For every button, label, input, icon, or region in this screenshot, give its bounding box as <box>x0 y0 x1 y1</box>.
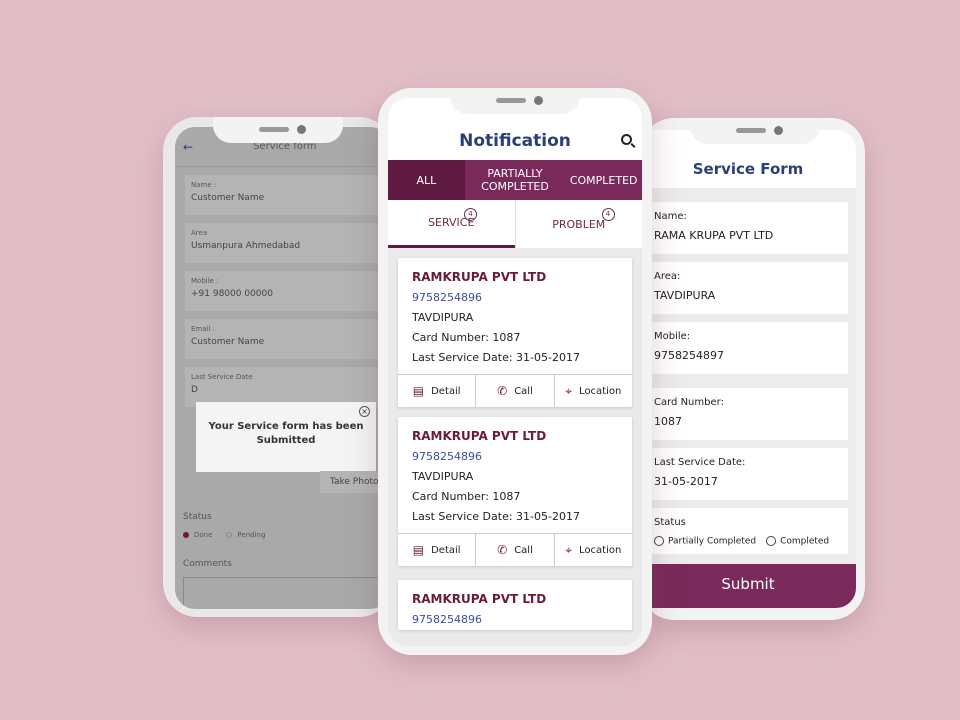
middle-phone: Notification ALL PARTIALLY COMPLETED COM… <box>378 88 652 655</box>
form-field[interactable]: Mobile : +91 98000 00000 <box>185 271 390 311</box>
phone-number[interactable]: 9758254896 <box>412 450 618 463</box>
comments-label: Comments <box>183 559 232 569</box>
tab-all[interactable]: ALL <box>388 160 465 200</box>
form-field[interactable]: Name : Customer Name <box>185 175 390 215</box>
card-number: Card Number: 1087 <box>412 490 521 503</box>
tab-partially-completed[interactable]: PARTIALLY COMPLETED <box>465 160 566 200</box>
radio-partially-completed[interactable]: Partially Completed <box>654 536 756 547</box>
popup-message: Your Service form has been Submitted <box>208 421 364 446</box>
phone-number[interactable]: 9758254896 <box>412 291 618 304</box>
close-icon[interactable]: × <box>359 406 370 417</box>
document-icon: ▤ <box>412 543 425 557</box>
form-field[interactable]: Email : Customer Name <box>185 319 390 359</box>
comments-input[interactable] <box>183 577 390 609</box>
screen-title: Notification <box>459 131 571 151</box>
area: TAVDIPURA <box>412 311 474 324</box>
document-icon: ▤ <box>412 384 425 398</box>
last-service-date: Last Service Date: 31-05-2017 <box>412 510 580 523</box>
area: TAVDIPURA <box>412 470 474 483</box>
form-field[interactable]: Mobile: 9758254897 <box>640 322 848 374</box>
notification-card[interactable]: RAMKRUPA PVT LTD 9758254896 TAVDIPURA Card… <box>398 417 632 566</box>
form-field[interactable]: Last Service Date D <box>185 367 390 407</box>
status-field: Status Partially Completed Completed <box>640 508 848 554</box>
right-phone: Service Form Name: RAMA KRUPA PVT LTD Area… <box>640 118 865 620</box>
location-button[interactable]: ⌖ Location <box>553 375 632 407</box>
form-field[interactable]: Area Usmanpura Ahmedabad <box>185 223 390 263</box>
notch <box>213 117 343 143</box>
count-badge: 4 <box>601 208 615 221</box>
subtab-problem[interactable]: PROBLEM 4 <box>514 200 643 248</box>
location-pin-icon: ⌖ <box>565 542 573 557</box>
form-field[interactable]: Name: RAMA KRUPA PVT LTD <box>640 202 848 254</box>
location-pin-icon: ⌖ <box>565 383 573 398</box>
radio-pending[interactable]: Pending <box>226 531 265 539</box>
tab-completed[interactable]: COMPLETED <box>565 160 642 200</box>
notification-card[interactable]: RAMKRUPA PVT LTD 9758254896 <box>398 580 632 630</box>
call-button[interactable]: ✆ Call <box>475 534 553 566</box>
detail-button[interactable]: ▤ Detail <box>398 375 475 407</box>
count-badge: 4 <box>464 208 477 221</box>
location-button[interactable]: ⌖ Location <box>553 534 632 566</box>
phone-icon: ✆ <box>497 384 508 398</box>
form-field[interactable]: Area: TAVDIPURA <box>640 262 848 314</box>
radio-completed[interactable]: Completed <box>766 536 829 547</box>
submit-button[interactable]: Submit <box>640 564 856 608</box>
back-arrow-icon[interactable]: ← <box>183 140 193 154</box>
phone-icon: ✆ <box>497 543 508 557</box>
phone-number[interactable]: 9758254896 <box>412 613 618 626</box>
submitted-popup: × Your Service form has been Submitted <box>196 402 376 472</box>
company-name: RAMKRUPA PVT LTD <box>412 592 547 606</box>
status-label: Status <box>183 512 212 522</box>
card-number: Card Number: 1087 <box>412 331 521 344</box>
call-button[interactable]: ✆ Call <box>475 375 553 407</box>
company-name: RAMKRUPA PVT LTD <box>412 429 547 443</box>
radio-done[interactable]: Done <box>183 531 212 539</box>
form-field[interactable]: Last Service Date: 31-05-2017 <box>640 448 848 500</box>
form-field[interactable]: Card Number: 1087 <box>640 388 848 440</box>
left-phone: ← Service form Name : Customer Name Area Usm… <box>163 117 393 617</box>
company-name: RAMKRUPA PVT LTD <box>412 270 547 284</box>
notification-card[interactable]: RAMKRUPA PVT LTD 9758254896 TAVDIPURA Card… <box>398 258 632 407</box>
detail-button[interactable]: ▤ Detail <box>398 534 475 566</box>
last-service-date: Last Service Date: 31-05-2017 <box>412 351 580 364</box>
search-icon[interactable] <box>621 134 632 145</box>
subtab-service[interactable]: SERVICE 4 <box>388 200 515 248</box>
